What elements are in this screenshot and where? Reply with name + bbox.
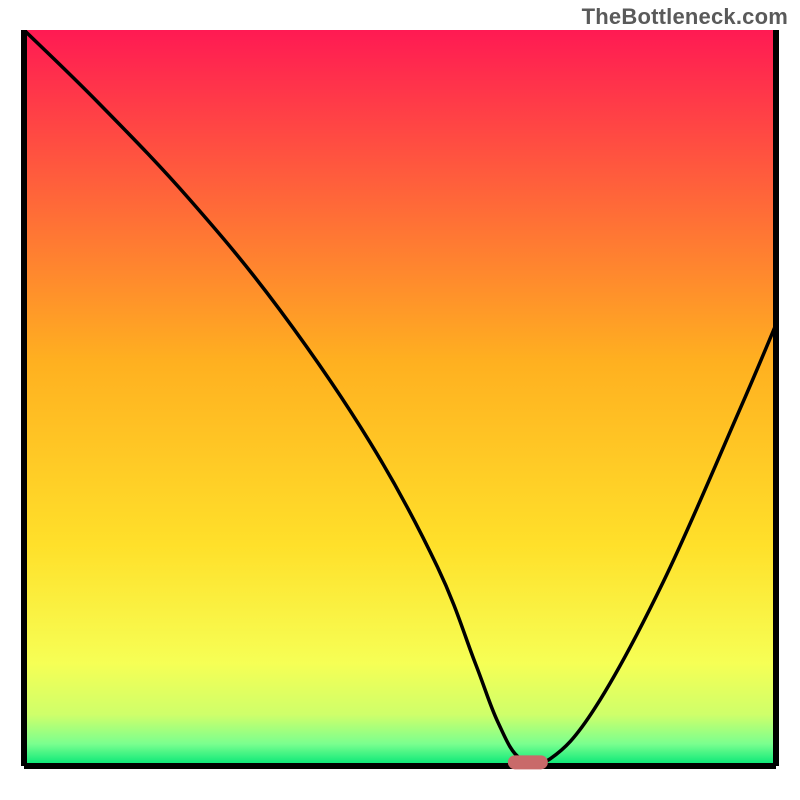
optimal-point-marker xyxy=(508,755,548,769)
watermark-text: TheBottleneck.com xyxy=(582,4,788,30)
bottleneck-chart xyxy=(0,0,800,800)
chart-container: TheBottleneck.com xyxy=(0,0,800,800)
